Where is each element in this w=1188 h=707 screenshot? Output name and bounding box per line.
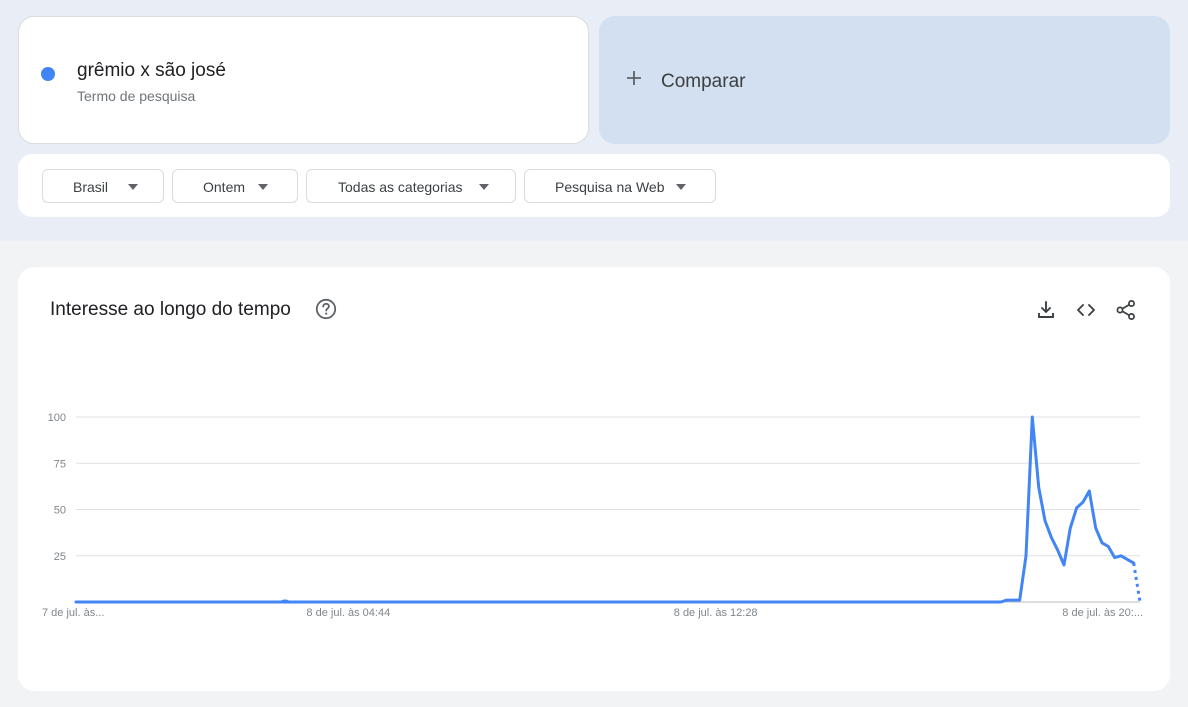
chevron-down-icon — [479, 184, 489, 190]
search-term-subtitle: Termo de pesquisa — [77, 88, 196, 104]
category-filter-label: Todas as categorias — [338, 179, 463, 195]
search-type-filter-dropdown[interactable]: Pesquisa na Web — [524, 169, 716, 203]
region-filter-label: Brasil — [73, 179, 109, 195]
x-tick-label: 8 de jul. às 04:44 — [306, 607, 390, 619]
chevron-down-icon — [676, 184, 686, 190]
y-tick-label: 25 — [54, 551, 66, 563]
search-term-card[interactable]: grêmio x são josé Termo de pesquisa — [18, 16, 589, 144]
time-filter-label: Ontem — [203, 179, 246, 195]
region-filter-dropdown[interactable]: Brasil — [42, 169, 164, 203]
y-tick-label: 75 — [54, 458, 66, 470]
interest-over-time-card: Interesse ao longo do tempo 25 50 75 100 7 d… — [18, 267, 1170, 691]
search-type-filter-label: Pesquisa na Web — [555, 179, 665, 195]
plus-icon — [625, 68, 643, 92]
x-tick-label: 7 de jul. às... — [42, 607, 104, 619]
chevron-down-icon — [128, 184, 138, 190]
y-tick-label: 50 — [54, 505, 66, 517]
x-tick-label: 8 de jul. às 20:... — [1062, 607, 1143, 619]
compare-button[interactable]: Comparar — [599, 16, 1170, 144]
interest-line-chart[interactable]: 25 50 75 100 7 de jul. às... 8 de jul. às 04:… — [18, 267, 1170, 691]
chevron-down-icon — [258, 184, 268, 190]
compare-label: Comparar — [661, 71, 746, 92]
series-small-bump — [281, 599, 289, 603]
time-filter-dropdown[interactable]: Ontem — [172, 169, 298, 203]
filters-bar: Brasil Ontem Todas as categorias Pesquis… — [18, 154, 1170, 217]
category-filter-dropdown[interactable]: Todas as categorias — [306, 169, 516, 203]
y-tick-label: 100 — [48, 412, 66, 424]
x-tick-label: 8 de jul. às 12:28 — [674, 607, 758, 619]
series-color-dot — [41, 67, 55, 81]
series-line-partial — [1132, 562, 1142, 603]
search-term-name[interactable]: grêmio x são josé — [77, 60, 226, 82]
